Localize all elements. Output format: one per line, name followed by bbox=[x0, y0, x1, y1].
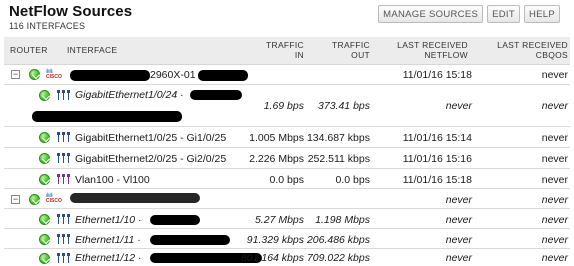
redacted-text bbox=[198, 70, 248, 81]
traffic-in: 801.164 kbps bbox=[240, 252, 304, 264]
interface-count: 116 INTERFACES bbox=[9, 21, 86, 31]
table-row[interactable]: Ethernet1/10 · 5.27 Mbps 1.198 Mbps neve… bbox=[4, 210, 570, 229]
traffic-out: 709.022 kbps bbox=[306, 252, 370, 264]
col-last-netflow: LAST RECEIVED NETFLOW bbox=[397, 40, 468, 60]
last-cbqos: never bbox=[541, 234, 568, 246]
last-cbqos: never bbox=[541, 132, 568, 144]
interface-icon bbox=[57, 132, 73, 143]
interface-name[interactable]: Ethernet1/10 · bbox=[75, 214, 142, 226]
vlan-interface-icon bbox=[57, 174, 73, 185]
interface-name[interactable]: Ethernet1/11 · bbox=[75, 234, 141, 246]
traffic-in: 2.226 Mbps bbox=[249, 153, 304, 165]
table-row[interactable]: Ethernet1/11 · 91.329 kbps 206.486 kbps … bbox=[4, 230, 570, 249]
interface-name[interactable]: GigabitEthernet2/0/25 - Gi2/0/25 bbox=[75, 153, 226, 165]
last-netflow: never bbox=[445, 252, 472, 264]
status-up-icon bbox=[39, 234, 50, 245]
traffic-out: 1.198 Mbps bbox=[315, 214, 370, 226]
col-cbqos-line2: CBQOS bbox=[535, 50, 568, 60]
last-netflow: never bbox=[445, 234, 472, 246]
last-cbqos: never bbox=[541, 174, 568, 186]
redacted-text bbox=[70, 193, 200, 203]
interface-name[interactable]: GigabitEthernet1/0/25 - Gi1/0/25 bbox=[75, 132, 226, 144]
status-up-icon bbox=[29, 69, 40, 80]
traffic-in: 5.27 Mbps bbox=[254, 214, 304, 226]
cisco-router-icon: ılıılı CISCO bbox=[46, 69, 62, 80]
col-netflow-line1: LAST RECEIVED bbox=[397, 40, 468, 50]
traffic-out: 252.511 kbps bbox=[307, 153, 370, 165]
col-cbqos-line1: LAST RECEIVED bbox=[497, 40, 568, 50]
page-title: NetFlow Sources bbox=[9, 3, 133, 20]
collapse-icon[interactable]: − bbox=[11, 70, 20, 79]
status-up-icon bbox=[39, 253, 50, 264]
last-netflow: 11/01/16 15:14 bbox=[402, 132, 472, 144]
redacted-text bbox=[70, 70, 150, 81]
status-up-icon bbox=[39, 153, 50, 164]
traffic-in: 0.0 bps bbox=[269, 174, 304, 186]
last-cbqos: never bbox=[541, 194, 568, 206]
col-netflow-line2: NETFLOW bbox=[424, 50, 468, 60]
col-traffic-in: TRAFFIC IN bbox=[266, 40, 304, 60]
table-row[interactable]: GigabitEthernet2/0/25 - Gi2/0/25 2.226 M… bbox=[4, 149, 570, 169]
col-traffic-out-line1: TRAFFIC bbox=[332, 40, 370, 50]
collapse-icon[interactable]: − bbox=[11, 195, 20, 204]
traffic-in: 91.329 kbps bbox=[246, 234, 304, 246]
status-up-icon bbox=[39, 90, 50, 101]
last-netflow: never bbox=[445, 214, 472, 226]
traffic-out: 134.687 kbps bbox=[306, 132, 370, 144]
toolbar: MANAGE SOURCES EDIT HELP bbox=[378, 5, 560, 23]
last-cbqos: never bbox=[541, 100, 568, 112]
last-netflow: never bbox=[445, 194, 472, 206]
node-row[interactable]: − ılıılı CISCO 2960X-01 11/01/16 15:18 ne… bbox=[4, 65, 570, 85]
traffic-in: 1.005 Mbps bbox=[249, 132, 304, 144]
redacted-text bbox=[190, 90, 242, 100]
edit-button[interactable]: EDIT bbox=[487, 5, 520, 23]
last-netflow: 11/01/16 15:18 bbox=[402, 174, 472, 186]
interface-icon bbox=[57, 90, 73, 101]
col-traffic-out-line2: OUT bbox=[351, 50, 370, 60]
col-router: ROUTER bbox=[10, 45, 48, 55]
status-up-icon bbox=[39, 174, 50, 185]
last-cbqos: never bbox=[541, 153, 568, 165]
traffic-in: 1.69 bps bbox=[263, 100, 304, 112]
last-netflow: 11/01/16 15:16 bbox=[402, 153, 472, 165]
last-netflow: never bbox=[445, 100, 472, 112]
help-button[interactable]: HELP bbox=[523, 5, 560, 23]
redacted-text bbox=[32, 111, 182, 122]
col-traffic-out: TRAFFIC OUT bbox=[332, 40, 370, 60]
interface-icon bbox=[57, 153, 73, 164]
col-interface: INTERFACE bbox=[67, 45, 118, 55]
interface-icon bbox=[57, 234, 73, 245]
last-netflow: 11/01/16 15:18 bbox=[402, 69, 472, 81]
table-header: ROUTER INTERFACE TRAFFIC IN TRAFFIC OUT … bbox=[4, 37, 570, 65]
last-cbqos: never bbox=[541, 69, 568, 81]
interface-icon bbox=[57, 253, 73, 264]
traffic-out: 373.41 bps bbox=[318, 100, 370, 112]
interface-name[interactable]: Ethernet1/12 · bbox=[75, 252, 142, 264]
interface-name[interactable]: GigabitEthernet1/0/24 · bbox=[75, 89, 184, 101]
node-row[interactable]: − ılıılı CISCO never never bbox=[4, 190, 570, 209]
status-up-icon bbox=[29, 194, 40, 205]
redacted-text bbox=[150, 215, 200, 225]
table-row[interactable]: Ethernet1/12 · 801.164 kbps 709.022 kbps… bbox=[4, 250, 570, 266]
table-row[interactable]: Vlan100 - Vl100 0.0 bps 0.0 bps 11/01/16… bbox=[4, 170, 570, 189]
last-cbqos: never bbox=[541, 252, 568, 264]
last-cbqos: never bbox=[541, 214, 568, 226]
status-up-icon bbox=[39, 132, 50, 143]
status-up-icon bbox=[39, 214, 50, 225]
col-traffic-in-line2: IN bbox=[294, 50, 304, 60]
traffic-out: 0.0 bps bbox=[335, 174, 370, 186]
interface-icon bbox=[57, 214, 73, 225]
col-last-cbqos: LAST RECEIVED CBQOS bbox=[497, 40, 568, 60]
traffic-out: 206.486 kbps bbox=[306, 234, 370, 246]
redacted-text bbox=[150, 235, 230, 245]
page-header: NetFlow Sources 116 INTERFACES bbox=[9, 3, 132, 31]
cisco-router-icon: ılıılı CISCO bbox=[46, 193, 62, 204]
manage-sources-button[interactable]: MANAGE SOURCES bbox=[378, 5, 484, 23]
table-row[interactable]: GigabitEthernet1/0/25 - Gi1/0/25 1.005 M… bbox=[4, 128, 570, 148]
interface-name[interactable]: Vlan100 - Vl100 bbox=[75, 174, 150, 186]
table-row[interactable]: GigabitEthernet1/0/24 · 1.69 bps 373.41 … bbox=[4, 86, 570, 127]
node-name[interactable]: 2960X-01 bbox=[150, 69, 196, 81]
col-traffic-in-line1: TRAFFIC bbox=[266, 40, 304, 50]
